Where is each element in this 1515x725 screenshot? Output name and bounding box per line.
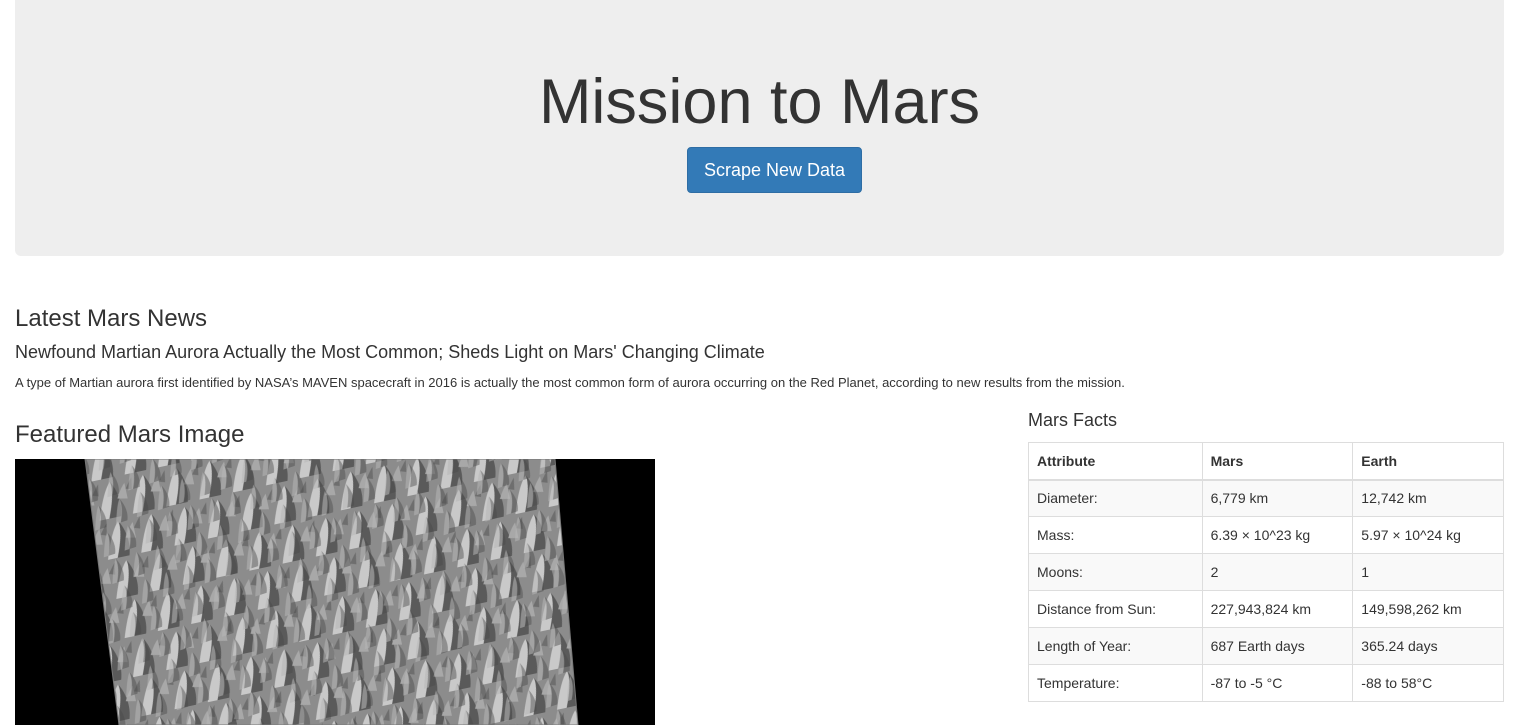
table-header-row: Attribute Mars Earth	[1028, 442, 1504, 481]
table-cell: 2	[1201, 553, 1354, 591]
jumbotron-header: Mission to Mars Scrape New Data	[15, 0, 1504, 256]
latest-news-heading: Latest Mars News	[15, 305, 208, 332]
column-header: Attribute	[1028, 442, 1203, 481]
table-cell: 6,779 km	[1201, 479, 1354, 517]
table-row: Length of Year: 687 Earth days 365.24 da…	[1028, 627, 1504, 665]
news-paragraph: A type of Martian aurora first identifie…	[15, 375, 1125, 390]
table-cell: 149,598,262 km	[1352, 590, 1504, 628]
table-cell: 227,943,824 km	[1201, 590, 1354, 628]
table-cell: Length of Year:	[1028, 627, 1203, 665]
table-cell: 1	[1352, 553, 1504, 591]
table-row: Distance from Sun: 227,943,824 km 149,59…	[1028, 590, 1504, 628]
table-cell: 12,742 km	[1352, 479, 1504, 517]
scrape-new-data-button[interactable]: Scrape New Data	[687, 147, 862, 193]
page-title: Mission to Mars	[538, 67, 981, 137]
table-cell: 6.39 × 10^23 kg	[1201, 516, 1354, 554]
table-cell: Mass:	[1028, 516, 1203, 554]
table-row: Temperature: -87 to -5 °C -88 to 58°C	[1028, 664, 1504, 702]
table-cell: 687 Earth days	[1201, 627, 1354, 665]
table-row: Diameter: 6,779 km 12,742 km	[1028, 479, 1504, 517]
table-cell: 5.97 × 10^24 kg	[1352, 516, 1504, 554]
table-row: Moons: 2 1	[1028, 553, 1504, 591]
table-cell: -88 to 58°C	[1352, 664, 1504, 702]
table-row: Mass: 6.39 × 10^23 kg 5.97 × 10^24 kg	[1028, 516, 1504, 554]
news-title: Newfound Martian Aurora Actually the Mos…	[15, 342, 765, 362]
table-cell: Diameter:	[1028, 479, 1203, 517]
mars-dunes-image	[15, 459, 655, 725]
table-cell: Moons:	[1028, 553, 1203, 591]
table-cell: 365.24 days	[1352, 627, 1504, 665]
table-cell: Distance from Sun:	[1028, 590, 1203, 628]
featured-image-heading: Featured Mars Image	[15, 421, 245, 448]
mars-facts-heading: Mars Facts	[1028, 410, 1118, 430]
column-header: Earth	[1352, 442, 1504, 481]
mars-facts-table: Attribute Mars Earth Diameter: 6,779 km …	[1028, 442, 1504, 702]
table-cell: Temperature:	[1028, 664, 1203, 702]
featured-mars-image	[15, 459, 655, 725]
table-cell: -87 to -5 °C	[1201, 664, 1354, 702]
column-header: Mars	[1201, 442, 1354, 481]
